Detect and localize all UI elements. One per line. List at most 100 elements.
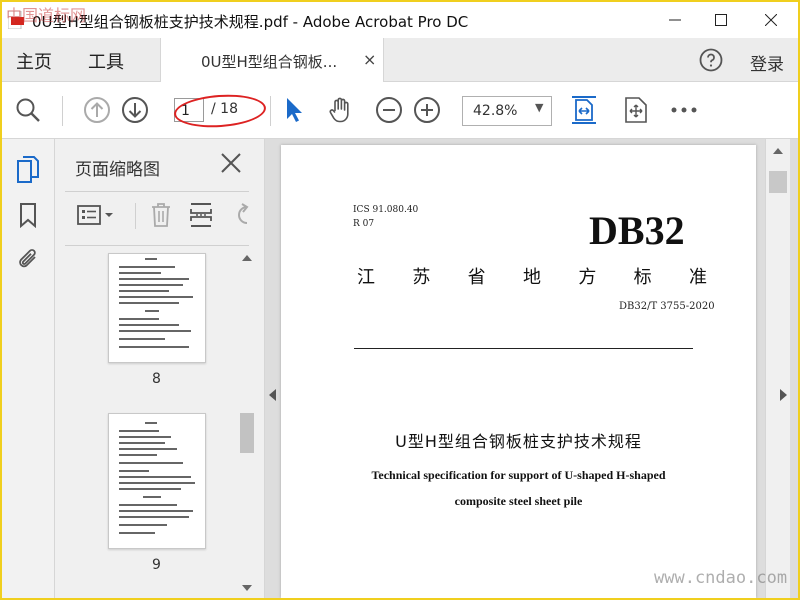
document-tab[interactable]: 0U型H型组合钢板... ×: [160, 38, 384, 82]
close-icon[interactable]: [219, 151, 243, 175]
province-char: 准: [688, 267, 707, 288]
rotate-view-button[interactable]: [622, 96, 650, 124]
province-char: 标: [633, 267, 652, 288]
thumbnail-text-line: [119, 524, 167, 526]
thumbnail-text-line: [119, 436, 171, 438]
plus-circle-icon: [414, 97, 440, 123]
help-icon[interactable]: [699, 48, 723, 72]
horizontal-rule: [354, 348, 693, 349]
page-thumbnails-button[interactable]: [14, 155, 42, 183]
thumbnail-text-line: [119, 488, 181, 490]
minimize-icon: [669, 19, 681, 21]
thumbnail-text-line: [119, 266, 175, 268]
title-bar: 0U型H型组合钢板桩支护技术规程.pdf - Adobe Acrobat Pro…: [2, 2, 798, 38]
scroll-up-arrow-icon[interactable]: [773, 148, 783, 154]
search-button[interactable]: [14, 96, 42, 124]
pointer-arrow-icon: [287, 98, 302, 122]
page-thumbnail[interactable]: [108, 413, 206, 549]
delete-page-button[interactable]: [147, 201, 175, 229]
thumbnail-text-line: [119, 338, 165, 340]
thumbnail-text-line: [119, 324, 179, 326]
minimize-button[interactable]: [652, 2, 698, 38]
zoom-select[interactable]: 42.8% ▼: [462, 96, 552, 126]
bookmarks-button[interactable]: [14, 201, 42, 229]
previous-page-button[interactable]: [83, 96, 111, 124]
collapse-right-panel-icon[interactable]: [780, 389, 787, 401]
thumbnail-text-line: [119, 318, 159, 320]
thumbnail-scrollbar[interactable]: [238, 247, 256, 598]
province-char: 苏: [412, 267, 431, 288]
collapse-left-panel-icon[interactable]: [269, 389, 276, 401]
trash-icon: [152, 203, 170, 227]
toolbar-separator: [62, 96, 63, 126]
document-tab-label: 0U型H型组合钢板...: [201, 53, 338, 71]
thumbnail-text-line: [119, 284, 183, 286]
thumbnail-text-line: [119, 454, 157, 456]
thumbnail-text-line: [119, 296, 193, 298]
standard-code: DB32/T 3755-2020: [619, 301, 715, 312]
scroll-up-arrow-icon[interactable]: [242, 255, 252, 261]
arrow-up-circle-icon: [84, 97, 110, 123]
panel-divider: [65, 191, 249, 192]
arrow-down-circle-icon: [122, 97, 148, 123]
thumbnail-text-line: [119, 346, 189, 348]
undo-button[interactable]: [229, 201, 251, 229]
insert-page-icon: [190, 203, 212, 227]
ics-number: ICS 91.080.40: [353, 205, 419, 215]
tools-tab[interactable]: 工具: [88, 48, 124, 74]
thumbnail-text-line: [145, 310, 159, 312]
signin-link[interactable]: 登录: [750, 50, 784, 75]
maximize-button[interactable]: [698, 2, 744, 38]
home-tab[interactable]: 主页: [16, 48, 52, 74]
thumbnail-options-button[interactable]: [75, 201, 115, 229]
province-char: 江: [357, 267, 375, 288]
window-title: 0U型H型组合钢板桩支护技术规程.pdf - Adobe Acrobat Pro…: [32, 13, 469, 31]
select-tool-button[interactable]: [280, 96, 308, 124]
toolbar-separator: [270, 96, 271, 126]
document-tab-close-button[interactable]: ×: [363, 50, 376, 69]
insert-page-button[interactable]: [187, 201, 215, 229]
options-menu-icon: [77, 205, 113, 225]
watermark-bottom: www.cndao.com: [654, 568, 788, 588]
fit-page-icon: [572, 96, 596, 124]
pages-icon: [17, 156, 39, 183]
thumbnail-text-line: [119, 504, 177, 506]
zoom-out-button[interactable]: [375, 96, 403, 124]
paperclip-icon: [19, 249, 36, 268]
thumbnail-text-line: [119, 430, 159, 432]
page-thumbnail[interactable]: [108, 253, 206, 363]
thumbnail-page-number: 8: [152, 371, 161, 387]
classification-code: R 07: [353, 219, 375, 229]
navigation-rail: [2, 139, 55, 598]
province-char: 省: [467, 267, 486, 288]
close-window-button[interactable]: [748, 2, 794, 38]
chevron-down-icon: ▼: [535, 101, 544, 114]
thumbnail-text-line: [119, 442, 165, 444]
thumbnail-text-line: [119, 462, 183, 464]
scrollbar-thumb[interactable]: [240, 413, 254, 453]
thumbnail-text-line: [119, 482, 195, 484]
thumbnail-text-line: [119, 302, 179, 304]
next-page-button[interactable]: [121, 96, 149, 124]
hand-tool-button[interactable]: [327, 96, 355, 124]
attachments-button[interactable]: [14, 245, 42, 273]
thumbnail-text-line: [119, 510, 193, 512]
province-char: 地: [522, 267, 541, 288]
thumbnail-page-number: 9: [152, 557, 161, 573]
pdf-page: ICS 91.080.40 R 07 DB32 江 苏 省 地 方 标 准 DB…: [281, 145, 756, 598]
document-scrollbar[interactable]: [765, 139, 790, 598]
scroll-down-arrow-icon[interactable]: [242, 585, 252, 591]
panel-divider: [65, 245, 249, 246]
thumbnails-panel-title: 页面缩略图: [75, 160, 160, 180]
menu-bar: 主页 工具 0U型H型组合钢板... × 登录: [2, 38, 798, 82]
zoom-in-button[interactable]: [413, 96, 441, 124]
thumbnail-list: 8 9: [55, 247, 238, 598]
thumbnail-text-line: [119, 330, 191, 332]
maximize-icon: [715, 14, 727, 26]
toolbar: 1 / 18 42.8% ▼: [2, 82, 798, 139]
fit-page-button[interactable]: [570, 96, 598, 124]
scrollbar-thumb[interactable]: [769, 171, 787, 193]
more-tools-button[interactable]: [670, 96, 698, 124]
zoom-value: 42.8%: [473, 103, 518, 119]
thumbnail-text-line: [119, 290, 169, 292]
